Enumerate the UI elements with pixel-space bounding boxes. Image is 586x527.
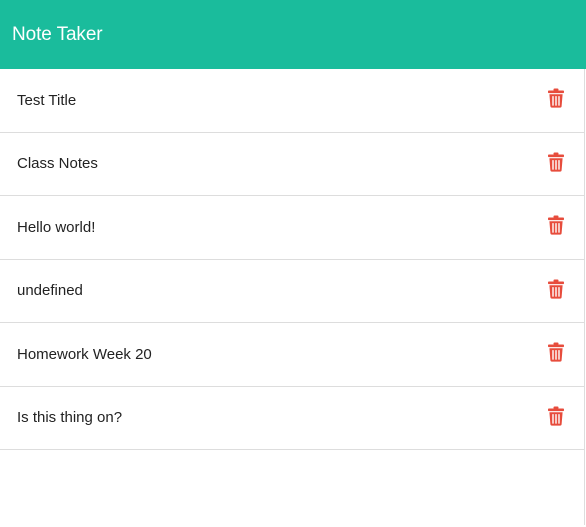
app-title[interactable]: Note Taker [12,24,103,46]
note-title: Class Notes [17,155,98,173]
note-title: Homework Week 20 [17,345,152,363]
list-item[interactable]: Test Title [0,69,584,133]
note-title: Is this thing on? [17,409,123,427]
note-title: undefined [17,282,83,300]
trash-icon[interactable] [548,279,564,299]
app-root: Note Taker Test Title Class Notes Hello … [0,0,586,527]
note-list-empty-area [0,450,585,525]
trash-icon[interactable] [548,88,564,108]
note-title: Test Title [17,91,77,109]
trash-icon[interactable] [548,406,564,426]
list-item[interactable]: Is this thing on? [0,387,584,450]
list-item[interactable]: Class Notes [0,133,584,196]
note-title: Hello world! [17,218,96,236]
trash-icon[interactable] [548,342,564,362]
note-list: Test Title Class Notes Hello world! unde… [0,69,585,450]
trash-icon[interactable] [548,152,564,172]
navbar: Note Taker [0,0,586,69]
trash-icon[interactable] [548,215,564,235]
list-item[interactable]: Homework Week 20 [0,323,584,387]
list-item[interactable]: Hello world! [0,196,584,260]
list-item[interactable]: undefined [0,260,584,323]
